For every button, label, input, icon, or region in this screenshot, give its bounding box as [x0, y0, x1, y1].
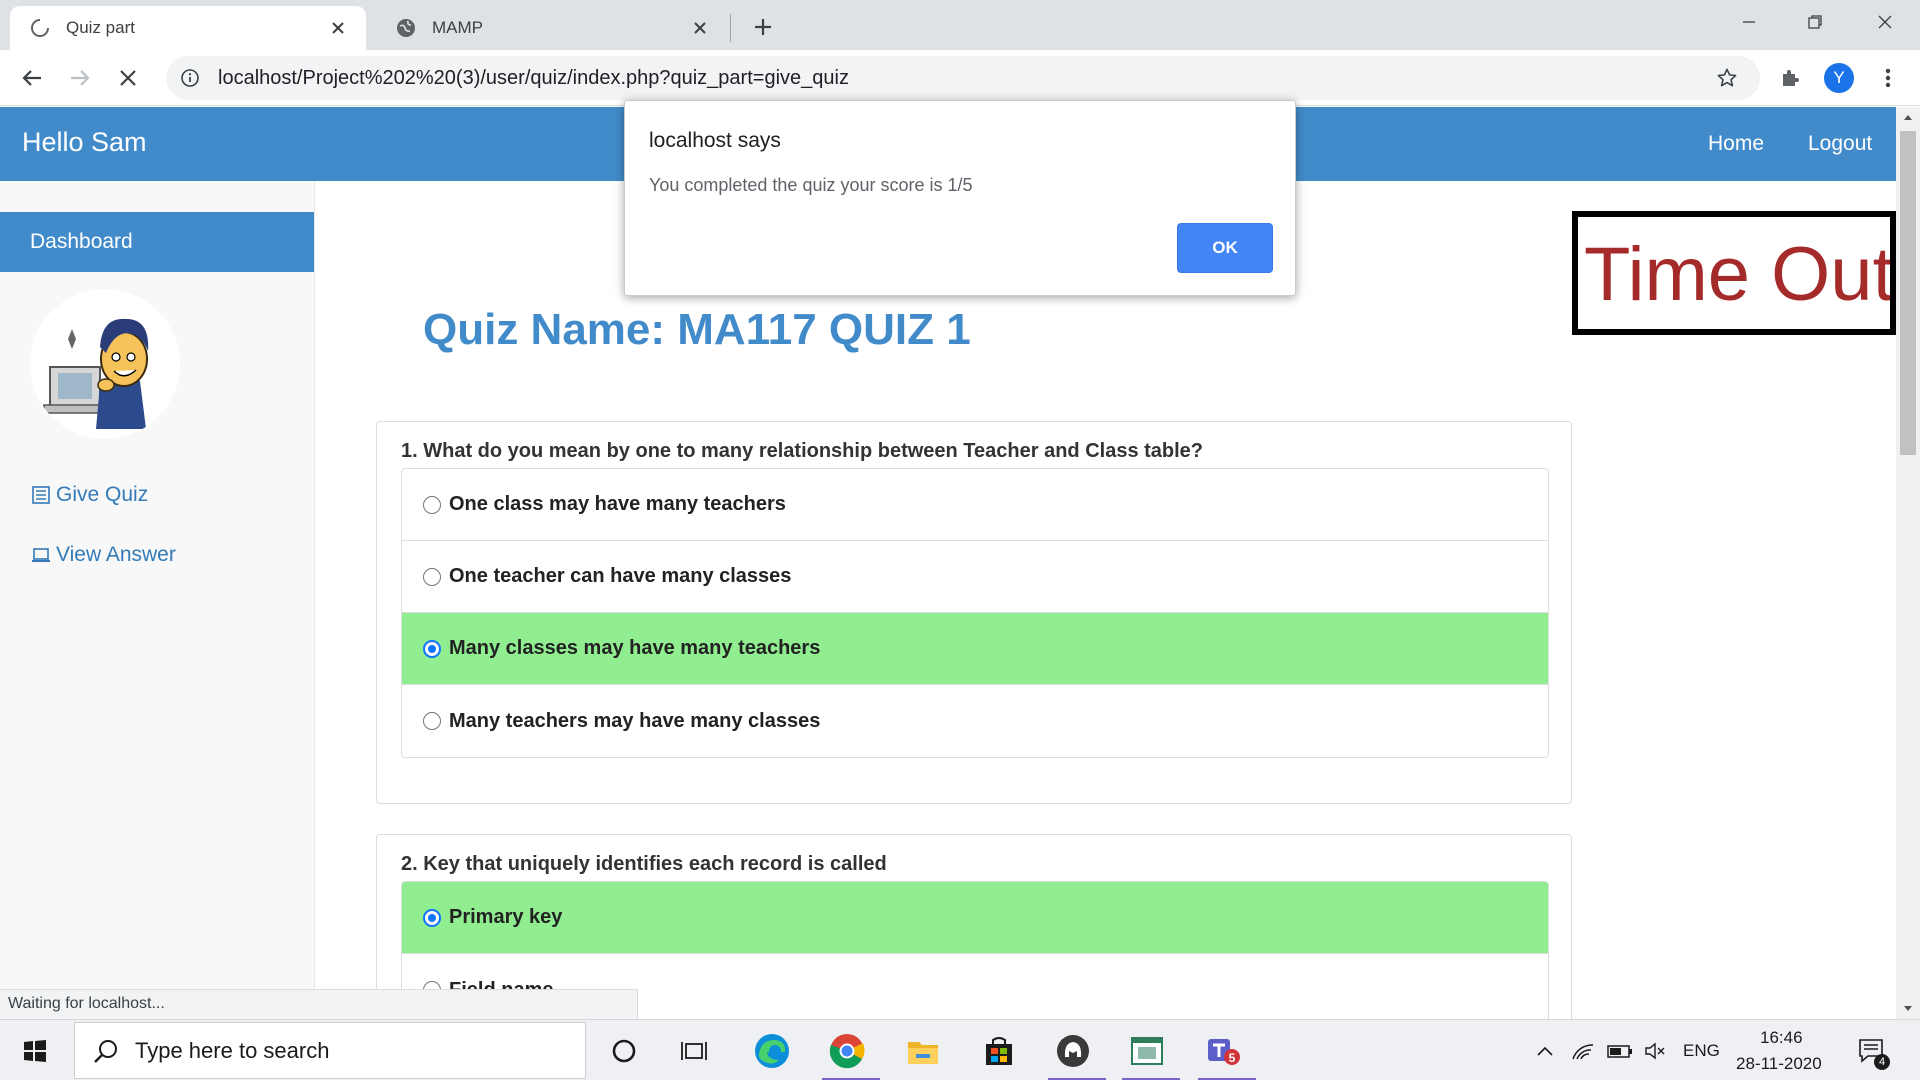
sidebar: Dashboard Give Quiz View Answer [0, 181, 315, 1019]
nav-home-link[interactable]: Home [1708, 132, 1764, 156]
alert-dialog: localhost says You completed the quiz yo… [624, 100, 1296, 296]
address-bar[interactable]: localhost/Project%202%20(3)/user/quiz/in… [166, 56, 1760, 100]
option-row-selected[interactable]: Primary key [402, 882, 1548, 954]
battery-icon[interactable] [1604, 1020, 1636, 1080]
show-hidden-icons-chevron-icon[interactable] [1530, 1020, 1560, 1080]
chrome-browser-icon[interactable] [814, 1020, 880, 1080]
mamp-elephant-icon[interactable] [1040, 1020, 1106, 1080]
vertical-scrollbar[interactable] [1896, 107, 1920, 1019]
scroll-down-arrow-icon[interactable] [1896, 999, 1920, 1019]
option-label: Primary key [449, 906, 563, 928]
list-icon [30, 484, 52, 506]
scroll-up-arrow-icon[interactable] [1896, 107, 1920, 127]
sidebar-item-label: View Answer [56, 543, 176, 566]
restore-button[interactable] [1782, 0, 1848, 44]
task-view-icon[interactable] [664, 1020, 724, 1080]
edge-browser-icon[interactable] [740, 1020, 804, 1080]
status-bubble: Waiting for localhost... [0, 989, 638, 1019]
question-panel: 1. What do you mean by one to many relat… [376, 421, 1572, 804]
windows-taskbar: Type here to search 5 ENG 16:46 28-11-20… [0, 1019, 1920, 1080]
radio-button[interactable] [423, 567, 441, 586]
stop-loading-button[interactable] [112, 62, 144, 94]
option-label: Many teachers may have many classes [449, 709, 821, 732]
taskbar-search-box[interactable]: Type here to search [74, 1022, 586, 1079]
globe-icon [394, 16, 418, 40]
tab-separator [730, 14, 731, 42]
laptop-icon [30, 544, 52, 566]
nav-logout-link[interactable]: Logout [1808, 132, 1872, 156]
quiz-title: Quiz Name: MA117 QUIZ 1 [423, 305, 971, 354]
close-tab-icon[interactable] [688, 16, 712, 40]
radio-button[interactable] [423, 495, 441, 514]
new-tab-button[interactable] [748, 12, 778, 42]
url-text: localhost/Project%202%20(3)/user/quiz/in… [218, 66, 849, 89]
tab-mamp[interactable]: MAMP [376, 6, 728, 50]
dialog-ok-button[interactable]: OK [1177, 223, 1273, 273]
extensions-puzzle-icon[interactable] [1774, 62, 1806, 94]
question-text: 1. What do you mean by one to many relat… [401, 440, 1204, 462]
notification-center-icon[interactable]: 4 [1850, 1020, 1894, 1080]
close-tab-icon[interactable] [326, 16, 350, 40]
option-label: One teacher can have many classes [449, 565, 792, 587]
tab-title: MAMP [432, 18, 483, 37]
close-window-button[interactable] [1852, 0, 1918, 44]
teams-notification-badge: 5 [1228, 1051, 1236, 1065]
loading-spinner-icon [28, 16, 52, 40]
wifi-icon[interactable] [1568, 1020, 1598, 1080]
option-label: Many classes may have many teachers [449, 637, 821, 659]
browser-toolbar: localhost/Project%202%20(3)/user/quiz/in… [0, 50, 1920, 106]
dialog-message: You completed the quiz your score is 1/5 [649, 175, 973, 195]
search-icon [91, 1036, 121, 1066]
option-row[interactable]: One teacher can have many classes [402, 541, 1548, 613]
sidebar-item-view-answer[interactable]: View Answer [30, 543, 176, 567]
sidebar-item-dashboard[interactable]: Dashboard [0, 212, 314, 272]
option-row[interactable]: Many teachers may have many classes [402, 685, 1548, 757]
back-button[interactable] [16, 62, 48, 94]
microsoft-store-icon[interactable] [966, 1020, 1032, 1080]
option-label: One class may have many teachers [449, 493, 786, 515]
radio-button[interactable] [423, 712, 441, 730]
windows-start-icon[interactable] [0, 1020, 70, 1080]
option-row-selected[interactable]: Many classes may have many teachers [402, 613, 1548, 685]
file-explorer-icon[interactable] [890, 1020, 956, 1080]
tab-quiz-part[interactable]: Quiz part [10, 6, 366, 50]
dialog-title: localhost says [649, 129, 781, 152]
notification-count-badge: 4 [1874, 1054, 1890, 1070]
volume-muted-icon[interactable] [1640, 1020, 1670, 1080]
info-icon[interactable] [178, 66, 202, 90]
options-list: One class may have many teachers One tea… [401, 468, 1549, 758]
sidebar-item-give-quiz[interactable]: Give Quiz [30, 483, 148, 507]
cortana-icon[interactable] [594, 1020, 654, 1080]
bookmark-star-icon[interactable] [1712, 63, 1742, 93]
tab-title: Quiz part [66, 18, 135, 37]
profile-avatar[interactable]: Y [1824, 63, 1854, 93]
sidebar-item-label: Give Quiz [56, 483, 149, 506]
question-text: 2. Key that uniquely identifies each rec… [401, 853, 887, 875]
option-row[interactable]: One class may have many teachers [402, 469, 1548, 541]
brand-greeting[interactable]: Hello Sam [22, 127, 147, 158]
radio-button-checked[interactable] [423, 639, 441, 658]
clock-time[interactable]: 16:46 [1760, 1028, 1803, 1048]
language-indicator[interactable]: ENG [1683, 1041, 1720, 1061]
forward-button[interactable] [64, 62, 96, 94]
timer-box: Time Out [1572, 211, 1896, 335]
search-placeholder: Type here to search [135, 1037, 330, 1063]
tab-strip: Quiz part MAMP [0, 0, 1920, 50]
browser-menu-icon[interactable] [1872, 62, 1904, 94]
minimize-button[interactable] [1716, 0, 1782, 44]
radio-button-checked[interactable] [423, 908, 441, 927]
profile-avatar-image [30, 289, 180, 439]
timer-text: Time Out [1584, 232, 1894, 317]
clock-date[interactable]: 28-11-2020 [1736, 1054, 1822, 1074]
app-window-icon[interactable] [1114, 1020, 1180, 1080]
teams-icon[interactable]: 5 [1190, 1020, 1256, 1080]
scrollbar-thumb[interactable] [1900, 131, 1916, 455]
